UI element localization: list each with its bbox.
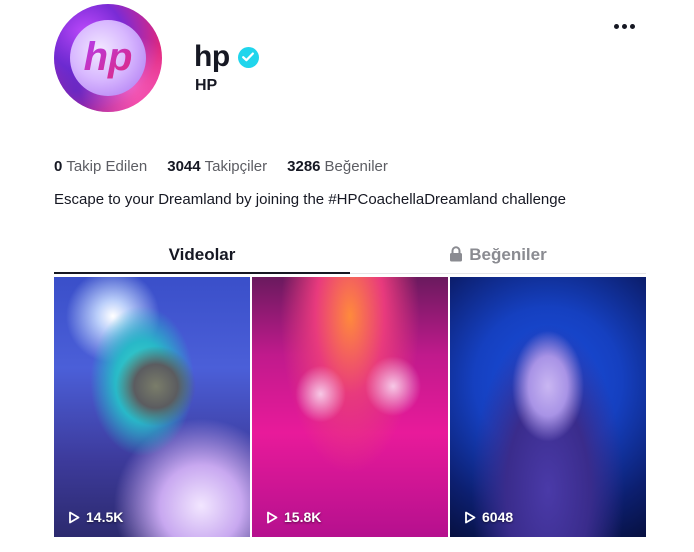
hp-logo-svg: hp	[84, 35, 133, 79]
followers-stat[interactable]: 3044 Takipçiler	[167, 158, 267, 175]
nickname: HP	[195, 77, 218, 94]
video-card[interactable]: 14.5K	[54, 277, 250, 537]
view-count: 6048	[464, 509, 513, 525]
video-card[interactable]: 6048	[450, 277, 646, 537]
likes-stat: 3286 Beğeniler	[287, 158, 388, 175]
profile-stats: 0 Takip Edilen 3044 Takipçiler 3286 Beğenil…	[54, 158, 388, 175]
likes-count: 3286	[287, 158, 321, 175]
username-row: hp	[194, 42, 259, 72]
verified-check-icon	[237, 46, 259, 68]
profile-bio: Escape to your Dreamland by joining the …	[54, 191, 566, 208]
following-stat[interactable]: 0 Takip Edilen	[54, 158, 147, 175]
more-icon-dot	[613, 23, 619, 29]
view-count: 15.8K	[266, 509, 321, 525]
view-count-label: 6048	[482, 509, 514, 525]
followers-count: 3044	[167, 158, 201, 175]
profile-tabs: Videolar Beğeniler	[54, 236, 646, 274]
play-icon	[465, 511, 476, 523]
play-icon	[267, 511, 278, 523]
view-count-label: 14.5K	[86, 509, 124, 525]
avatar[interactable]: hp	[54, 4, 162, 112]
tab-liked[interactable]: Beğeniler	[350, 236, 646, 273]
video-grid: 14.5K 15.8K 6048	[54, 277, 646, 537]
username: hp	[194, 40, 230, 73]
more-icon-dot	[629, 23, 635, 29]
followers-label: Takipçiler	[204, 158, 268, 175]
view-count-label: 15.8K	[284, 509, 322, 525]
likes-label: Beğeniler	[324, 158, 388, 175]
more-options-button[interactable]	[608, 14, 640, 38]
lock-icon	[450, 245, 463, 261]
video-card[interactable]: 15.8K	[252, 277, 448, 537]
tab-videos[interactable]: Videolar	[54, 236, 350, 274]
tab-videos-label: Videolar	[168, 244, 236, 264]
tab-liked-label: Beğeniler	[469, 244, 547, 264]
hp-logo-icon: hp	[70, 20, 146, 96]
following-count: 0	[54, 158, 63, 175]
following-label: Takip Edilen	[66, 158, 148, 175]
avatar-logo-text: hp	[84, 35, 133, 79]
play-icon	[69, 511, 80, 523]
more-icon-dot	[621, 23, 627, 29]
view-count: 14.5K	[68, 509, 123, 525]
